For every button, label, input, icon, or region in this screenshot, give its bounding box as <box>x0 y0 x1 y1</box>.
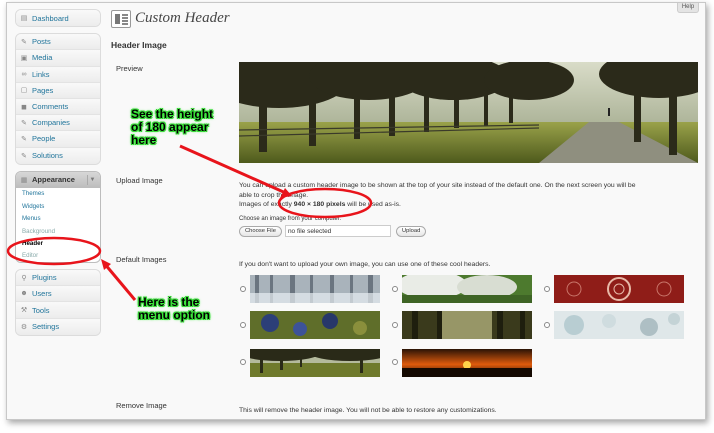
header-radio[interactable] <box>544 286 550 292</box>
menu-item-label: Pages <box>32 85 54 95</box>
remove-text: This will remove the header image. You w… <box>239 407 497 414</box>
browser-frame: ▤ Dashboard ✎ Posts ▣ Media ∞ Links ▢ Pages … <box>6 2 706 420</box>
menu-item-dashboard[interactable]: ▤ Dashboard <box>16 10 100 27</box>
dashboard-icon: ▤ <box>20 15 28 23</box>
header-thumb-blossom[interactable] <box>402 275 532 303</box>
page-icon: ▢ <box>20 87 28 95</box>
menu-item-label: People <box>32 134 56 144</box>
menu-item-people[interactable]: ✎ People <box>16 131 100 148</box>
upload-line2: able to crop the image. <box>239 191 309 199</box>
appearance-icon: ▦ <box>20 176 28 184</box>
header-thumb-bubbles[interactable] <box>554 311 684 339</box>
menu-item-label: Companies <box>32 118 70 128</box>
upload-button[interactable]: Upload <box>395 225 427 237</box>
menu-item-label: Comments <box>32 102 69 112</box>
preview-label: Preview <box>116 64 143 73</box>
menu-group-appearance: ▦ Appearance ▼ Themes Widgets Menus Back… <box>15 170 101 264</box>
menu-item-label: Settings <box>32 322 60 332</box>
menu-item-users[interactable]: ☻ Users <box>16 286 100 303</box>
link-icon: ∞ <box>21 70 27 78</box>
menu-group-dashboard: ▤ Dashboard <box>15 9 101 28</box>
tools-icon: ⚒ <box>20 307 28 314</box>
pin-icon: ✎ <box>21 135 27 143</box>
media-icon: ▣ <box>20 54 28 62</box>
header-radio[interactable] <box>392 359 398 365</box>
submenu-item-background[interactable]: Background <box>16 225 100 237</box>
menu-item-appearance[interactable]: ▦ Appearance ▼ <box>16 171 100 188</box>
menu-item-label: Posts <box>32 37 51 47</box>
menu-item-tools[interactable]: ⚒ Tools <box>16 302 100 319</box>
comment-icon: ◼ <box>21 103 27 111</box>
header-thumb-berries[interactable] <box>250 311 380 339</box>
appearance-page-icon <box>111 10 131 28</box>
menu-item-companies[interactable]: ✎ Companies <box>16 115 100 132</box>
header-radio[interactable] <box>392 286 398 292</box>
remove-label: Remove Image <box>116 401 167 410</box>
menu-item-label: Users <box>32 289 52 299</box>
menu-item-pages[interactable]: ▢ Pages <box>16 82 100 99</box>
header-thumb-red-lace[interactable] <box>554 275 684 303</box>
header-thumb-avenue[interactable] <box>250 349 380 377</box>
menu-item-label: Appearance <box>32 175 75 185</box>
header-thumb-forest[interactable] <box>402 311 532 339</box>
submenu-item-menus[interactable]: Menus <box>16 212 100 224</box>
annotation-menu-note: Here is the menu option <box>138 296 210 322</box>
header-radio[interactable] <box>544 322 550 328</box>
page-title: Custom Header <box>135 10 230 26</box>
header-radio[interactable] <box>240 322 246 328</box>
dimension-text: 940 × 180 pixels <box>293 201 346 208</box>
menu-item-comments[interactable]: ◼ Comments <box>16 98 100 116</box>
annotation-line: menu option <box>138 308 210 322</box>
submenu-item-header[interactable]: Header <box>16 237 100 249</box>
menu-item-label: Media <box>32 53 53 63</box>
upload-line3-post: will be used as-is. <box>345 201 401 208</box>
menu-group-content: ✎ Posts ▣ Media ∞ Links ▢ Pages ◼ Comments ✎ C… <box>15 33 101 165</box>
submenu-item-widgets[interactable]: Widgets <box>16 200 100 212</box>
header-preview-image <box>239 62 698 163</box>
users-icon: ☻ <box>20 290 28 298</box>
menu-group-admin: ⚲ Plugins ☻ Users ⚒ Tools ⚙ Settings <box>15 269 101 336</box>
pin-icon: ✎ <box>21 38 27 46</box>
upload-line3-pre: Images of exactly <box>239 201 294 208</box>
choose-file-button[interactable]: Choose File <box>239 225 282 237</box>
header-radio[interactable] <box>240 359 246 365</box>
menu-item-links[interactable]: ∞ Links <box>16 66 100 83</box>
pin-icon: ✎ <box>21 152 27 160</box>
upload-line3: Images of exactly 940 × 180 pixels will … <box>239 200 699 210</box>
settings-icon: ⚙ <box>20 323 28 331</box>
annotation-line: here <box>131 133 157 147</box>
menu-item-media[interactable]: ▣ Media <box>16 50 100 67</box>
header-thumb-sunset[interactable] <box>402 349 532 377</box>
chevron-down-icon[interactable]: ▼ <box>87 174 97 185</box>
menu-item-settings[interactable]: ⚙ Settings <box>16 318 100 335</box>
pin-icon: ✎ <box>21 119 27 127</box>
menu-item-solutions[interactable]: ✎ Solutions <box>16 147 100 164</box>
menu-item-plugins[interactable]: ⚲ Plugins <box>16 270 100 287</box>
upload-line1: You can upload a custom header image to … <box>239 182 636 189</box>
default-images-text: If you don't want to upload your own ima… <box>239 261 491 268</box>
upload-label: Upload Image <box>116 176 163 185</box>
annotation-height-note: See the height of 180 appear here <box>131 108 213 147</box>
menu-item-label: Links <box>32 69 50 79</box>
menu-item-label: Solutions <box>32 151 63 161</box>
submenu-item-themes[interactable]: Themes <box>16 188 100 200</box>
choose-label: Choose an image from your computer: <box>239 216 342 222</box>
help-tab[interactable]: Help <box>677 3 699 13</box>
admin-sidebar: ▤ Dashboard ✎ Posts ▣ Media ∞ Links ▢ Pages … <box>15 9 101 342</box>
menu-item-label: Plugins <box>32 273 57 283</box>
menu-item-label: Tools <box>32 305 50 315</box>
plug-icon: ⚲ <box>21 274 27 282</box>
upload-description: You can upload a custom header image to … <box>239 181 699 210</box>
menu-item-posts[interactable]: ✎ Posts <box>16 34 100 51</box>
upload-row: Choose File no file selected Upload <box>239 225 427 237</box>
submenu-item-editor[interactable]: Editor <box>16 250 100 262</box>
header-thumb-winter-trees[interactable] <box>250 275 380 303</box>
section-title: Header Image <box>111 40 167 50</box>
file-status-field: no file selected <box>284 225 391 237</box>
default-images-label: Default Images <box>116 255 167 264</box>
menu-item-label: Dashboard <box>32 13 69 23</box>
header-radio[interactable] <box>240 286 246 292</box>
header-radio[interactable] <box>392 322 398 328</box>
